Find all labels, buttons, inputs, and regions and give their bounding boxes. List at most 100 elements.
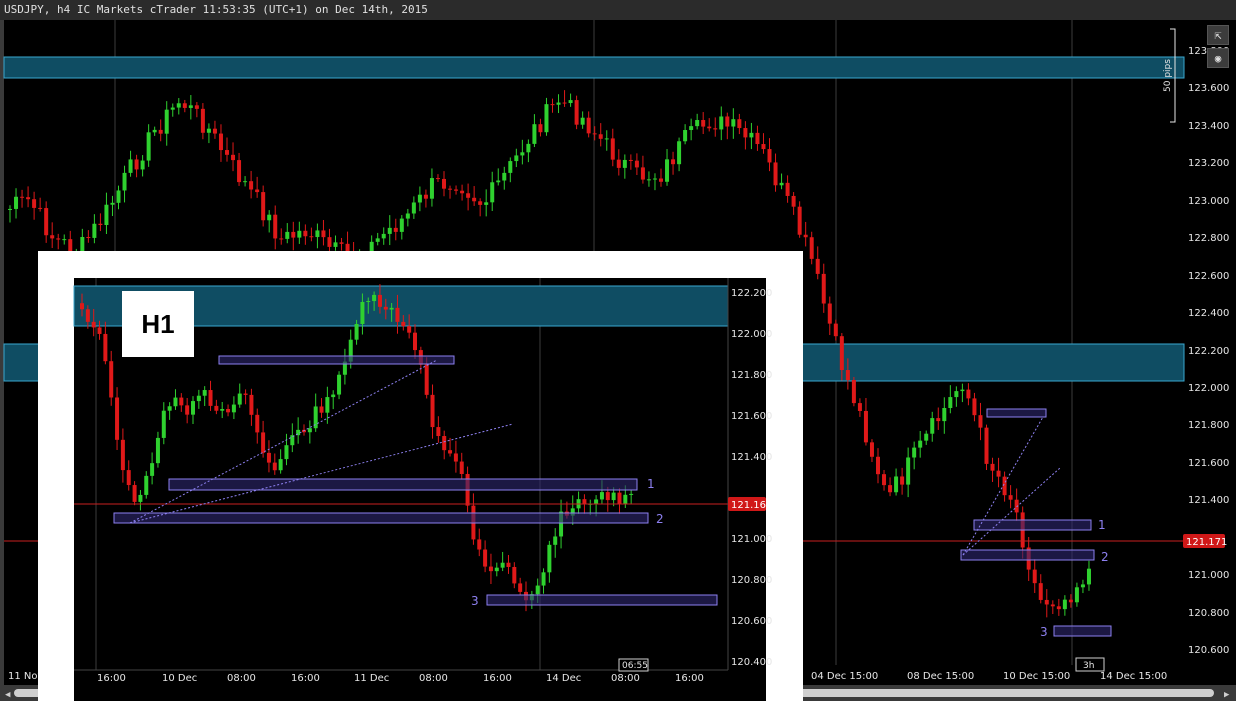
candle-body — [202, 390, 207, 396]
candle-body — [146, 132, 151, 161]
candle-body — [20, 196, 25, 198]
candle-body — [161, 410, 166, 438]
candle-body — [56, 238, 61, 240]
candle-body — [616, 159, 621, 168]
candle-body — [413, 332, 417, 351]
candle-body — [634, 160, 639, 168]
candle-body — [303, 230, 308, 237]
candle-body — [773, 162, 778, 186]
candle-body — [116, 190, 121, 203]
candle-body — [622, 159, 627, 168]
candle-body — [325, 397, 330, 413]
candle-body — [1008, 495, 1013, 500]
candle-body — [196, 395, 201, 402]
svg-text:122.000: 122.000 — [1188, 383, 1229, 394]
candle-body — [429, 178, 434, 199]
candle-body — [453, 453, 458, 462]
svg-text:122.400: 122.400 — [1188, 308, 1229, 319]
candle-body — [212, 128, 217, 134]
candle-body — [604, 138, 609, 140]
candle-body — [876, 456, 880, 475]
candle-body — [514, 155, 519, 162]
candle-body — [1038, 583, 1043, 600]
candle-body — [761, 144, 766, 150]
candle-body — [628, 159, 633, 161]
candle-body — [128, 159, 133, 173]
candle-body — [1056, 606, 1061, 610]
candle-body — [547, 544, 552, 573]
candle-body — [553, 536, 558, 545]
candle-body — [652, 178, 657, 180]
candle-body — [882, 474, 887, 486]
candle-body — [383, 306, 388, 310]
candle-body — [460, 190, 465, 194]
candle-body — [1080, 584, 1085, 588]
candle-body — [354, 323, 359, 340]
candle-body — [284, 445, 289, 460]
candle-body — [176, 103, 181, 108]
scroll-right-icon[interactable]: ▶ — [1224, 690, 1230, 700]
candle-body — [942, 408, 947, 422]
candle-body — [255, 414, 260, 433]
candle-body — [285, 231, 290, 239]
candle-body — [535, 585, 540, 595]
candle-body — [912, 447, 917, 458]
candle-body — [1002, 476, 1007, 496]
candle-body — [605, 492, 610, 501]
candle-body — [68, 239, 73, 253]
candle-body — [483, 549, 488, 567]
candle-body — [393, 227, 398, 232]
candle-body — [173, 397, 178, 407]
candle-body — [231, 404, 236, 413]
candle-body — [506, 562, 511, 567]
candle-body — [1068, 599, 1073, 603]
candle-body — [857, 403, 862, 411]
candle-body — [140, 160, 145, 170]
candle-body — [225, 150, 229, 155]
main-timer-label: 3h — [1083, 661, 1094, 671]
candle-body — [249, 394, 254, 415]
svg-text:122.800: 122.800 — [1188, 233, 1229, 244]
candle-body — [665, 159, 670, 182]
candle-body — [755, 132, 760, 145]
candle-body — [677, 141, 682, 165]
candle-body — [442, 436, 447, 451]
candle-body — [32, 199, 37, 208]
candle-body — [640, 167, 645, 180]
candle-body — [85, 309, 90, 322]
candle-body — [532, 124, 537, 144]
candle-body — [803, 234, 808, 238]
candle-body — [237, 160, 242, 183]
svg-text:120.600: 120.600 — [731, 616, 772, 627]
candle-body — [598, 134, 603, 139]
pips-label: 50 pips — [1163, 59, 1173, 92]
candle-body — [671, 159, 676, 165]
candle-body — [126, 470, 131, 486]
candle-body — [291, 231, 296, 238]
candle-body — [725, 116, 730, 127]
candle-body — [785, 182, 790, 196]
camera-icon[interactable]: ◉ — [1207, 48, 1229, 68]
candle-body — [86, 236, 91, 238]
inset-current-price-value: 121.160 — [731, 500, 772, 511]
main-box-label-2: 2 — [1101, 550, 1109, 564]
candle-body — [494, 567, 499, 572]
candle-body — [719, 116, 724, 130]
scroll-left-icon[interactable]: ◀ — [5, 690, 11, 700]
main-chart[interactable]: ◀ ▶ 1 2 3 50 pips 123.800 123.600 123.40… — [0, 20, 1236, 701]
candle-body — [477, 539, 482, 550]
candle-body — [91, 321, 96, 328]
candle-body — [695, 120, 700, 127]
candle-body — [389, 307, 394, 310]
popout-icon[interactable]: ⇱ — [1207, 25, 1229, 45]
svg-text:10 Dec 15:00: 10 Dec 15:00 — [1003, 671, 1070, 682]
candle-body — [273, 214, 278, 239]
candle-body — [200, 108, 205, 133]
candle-body — [948, 397, 953, 409]
candle-body — [731, 119, 736, 127]
candle-body — [500, 562, 505, 568]
candle-body — [339, 242, 344, 244]
candle-body — [845, 370, 850, 381]
svg-text:08:00: 08:00 — [227, 673, 256, 684]
svg-text:04 Dec 15:00: 04 Dec 15:00 — [811, 671, 878, 682]
